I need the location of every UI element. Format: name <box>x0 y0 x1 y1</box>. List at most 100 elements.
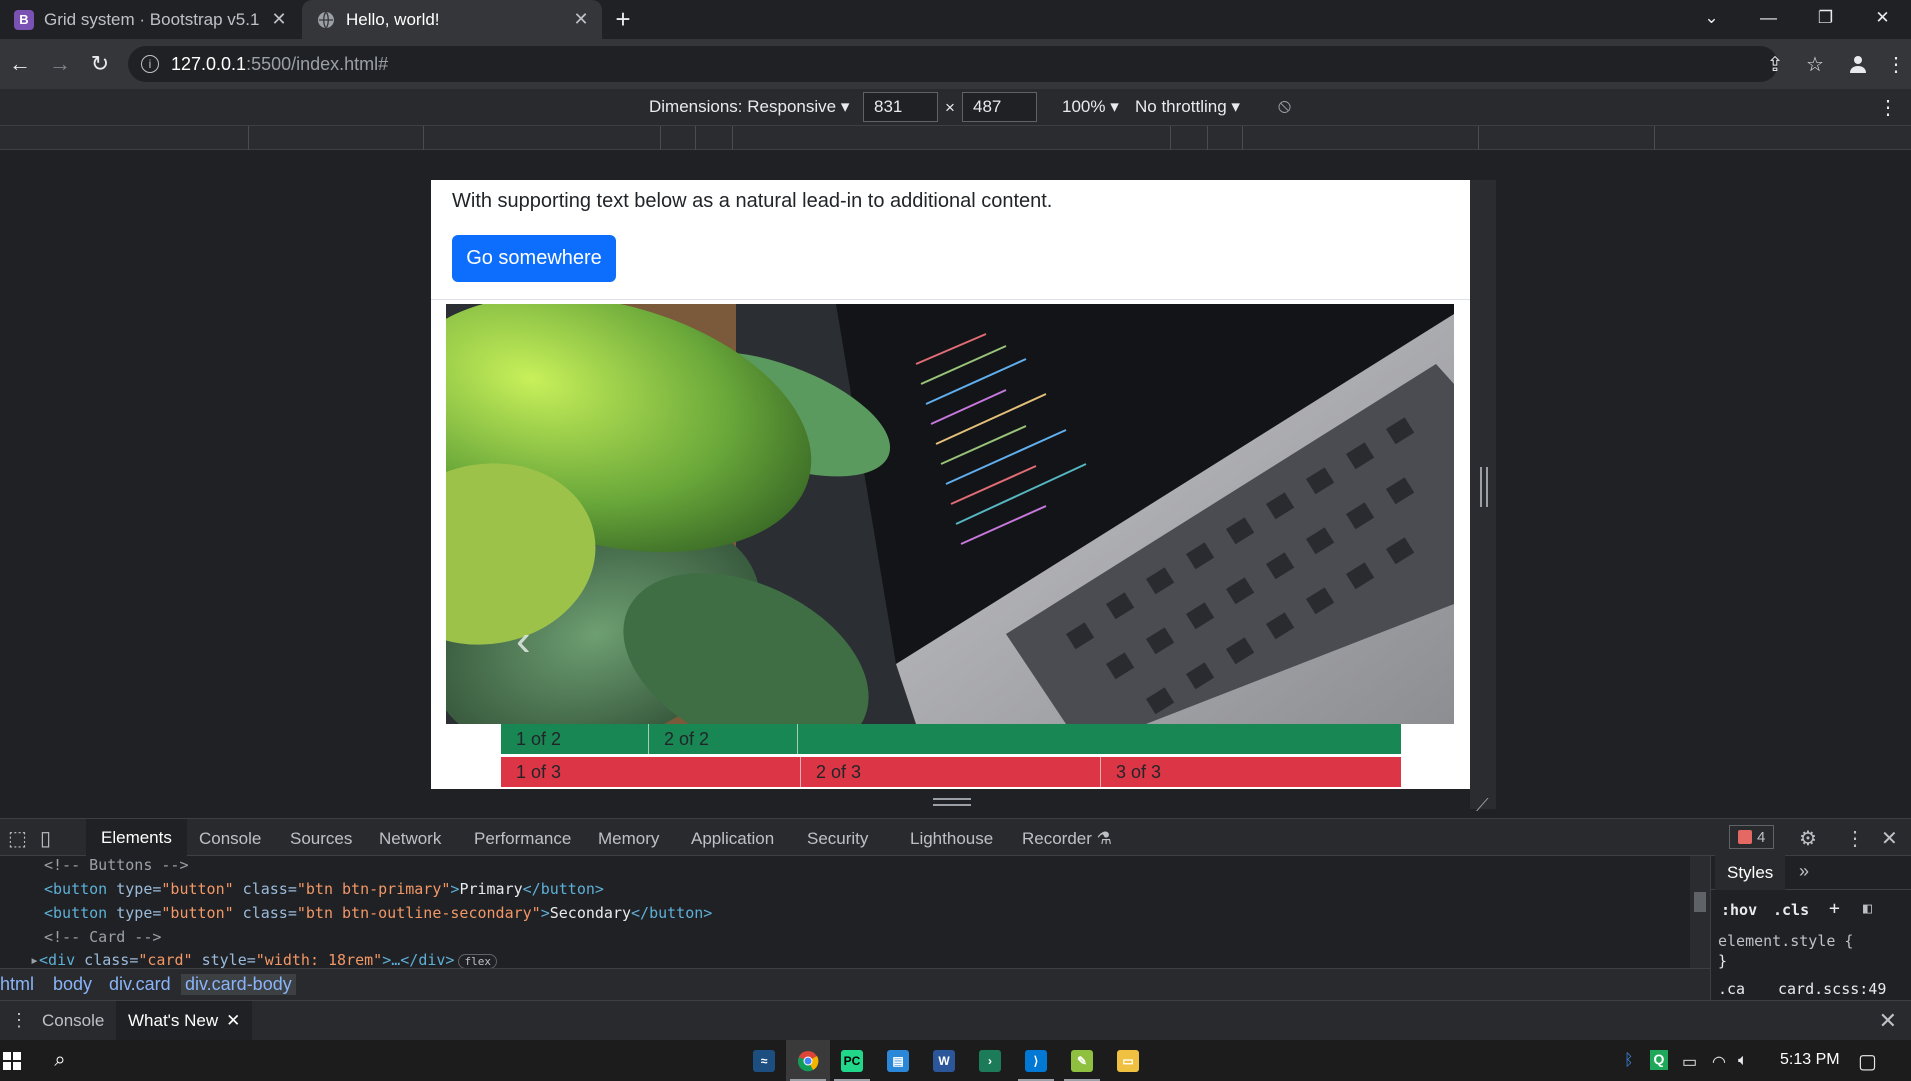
tab-memory[interactable]: Memory <box>598 829 659 849</box>
card-divider <box>431 299 1470 300</box>
browser-menu-icon[interactable]: ⋮ <box>1881 52 1911 77</box>
taskbar-clock[interactable]: 5:13 PM <box>1780 1051 1840 1069</box>
volume-icon[interactable]: 🔈︎ <box>1738 1052 1748 1070</box>
go-somewhere-button[interactable]: Go somewhere <box>452 235 616 282</box>
elements-dom-tree[interactable]: <!-- Buttons --> <button type="button" c… <box>0 856 1710 969</box>
close-devtools-icon[interactable]: ✕ <box>1881 826 1898 851</box>
more-tabs-icon[interactable]: » <box>1799 861 1809 882</box>
tab-search-icon[interactable]: ⌄ <box>1683 0 1740 36</box>
drawer-menu-icon[interactable]: ⋮ <box>10 1010 28 1031</box>
taskbar-app-vscode-icon[interactable]: ⟩ <box>1014 1040 1058 1081</box>
elements-scrollbar[interactable] <box>1690 856 1710 968</box>
device-toolbar-menu-icon[interactable]: ⋮ <box>1878 95 1898 120</box>
forward-icon[interactable]: → <box>40 44 80 84</box>
tab-hello-world[interactable]: Hello, world! ✕ <box>302 0 602 39</box>
taskbar-app-media-icon[interactable]: ▤ <box>876 1040 920 1081</box>
throttling-dropdown[interactable]: No throttling ▾ <box>1135 97 1240 117</box>
element-style-selector[interactable]: element.style { <box>1718 932 1853 950</box>
minimize-window-icon[interactable]: — <box>1740 0 1797 36</box>
new-style-rule-icon[interactable]: + <box>1829 898 1840 919</box>
close-tab-icon[interactable]: ✕ <box>268 9 290 31</box>
breadcrumb-html[interactable]: html <box>0 974 34 995</box>
settings-gear-icon[interactable]: ⚙ <box>1799 826 1817 851</box>
close-window-icon[interactable]: ✕ <box>1854 0 1911 36</box>
tab-application[interactable]: Application <box>691 829 774 849</box>
devtools-tab-bar: ⬚ ▯ Elements Console Sources Network Per… <box>0 818 1911 856</box>
taskbar-app-powershell-icon[interactable]: › <box>968 1040 1012 1081</box>
rule-selector[interactable]: .ca <box>1718 980 1745 998</box>
dom-node-button-secondary[interactable]: <button type="button" class="btn btn-out… <box>44 904 712 922</box>
viewport-corner-resize-handle[interactable]: ⟋ <box>1476 795 1489 816</box>
dom-node-button-primary[interactable]: <button type="button" class="btn btn-pri… <box>44 880 604 898</box>
search-icon[interactable]: ⌕ <box>40 1040 80 1081</box>
back-icon[interactable]: ← <box>0 44 40 84</box>
action-center-icon[interactable]: ▢ <box>1858 1049 1877 1074</box>
restore-window-icon[interactable]: ❐ <box>1797 0 1854 36</box>
tab-elements[interactable]: Elements <box>86 819 187 856</box>
close-tab-icon[interactable]: ✕ <box>570 9 592 31</box>
tab-lighthouse[interactable]: Lighthouse <box>910 829 993 849</box>
close-drawer-icon[interactable]: ✕ <box>1879 1008 1897 1034</box>
viewport-width-input[interactable] <box>863 92 938 122</box>
breadcrumb-body[interactable]: body <box>53 974 92 995</box>
tab-styles[interactable]: Styles <box>1715 854 1786 890</box>
drawer-tab-console[interactable]: Console <box>42 1011 104 1031</box>
url-host: 127.0.0.1 <box>171 53 247 74</box>
dom-node-comment[interactable]: <!-- Buttons --> <box>44 856 189 874</box>
rule-source-link[interactable]: card.scss:49 <box>1778 980 1886 998</box>
viewport-height-resize-handle[interactable] <box>933 798 971 806</box>
error-count-badge[interactable]: 4 <box>1729 825 1775 849</box>
bootstrap-favicon-icon: B <box>14 9 34 30</box>
toggle-device-toolbar-icon[interactable]: ▯ <box>40 826 51 851</box>
image-carousel[interactable]: ‹ <box>446 304 1454 724</box>
zoom-dropdown[interactable]: 100% ▾ <box>1062 97 1119 117</box>
tab-bootstrap-grid[interactable]: B Grid system · Bootstrap v5.1 ✕ <box>0 0 300 39</box>
site-info-icon[interactable]: i <box>141 55 159 73</box>
bluetooth-icon[interactable]: ᛒ <box>1624 1052 1634 1070</box>
taskbar-app-pycharm-icon[interactable]: PC <box>830 1040 874 1081</box>
grid-row-two-columns: 1 of 2 2 of 2 <box>501 724 1401 754</box>
share-icon[interactable]: ⇪ <box>1755 52 1795 77</box>
tab-sources[interactable]: Sources <box>290 829 352 849</box>
grid-row-three-columns: 1 of 3 2 of 3 3 of 3 <box>501 757 1401 787</box>
taskbar-app-notepadpp-icon[interactable]: ✎ <box>1060 1040 1104 1081</box>
breadcrumb-div-card-body[interactable]: div.card-body <box>181 974 296 995</box>
viewport-height-input[interactable] <box>962 92 1037 122</box>
toggle-sidebar-icon[interactable]: ◧ <box>1863 899 1872 917</box>
dimension-separator: × <box>945 98 955 117</box>
address-bar[interactable]: i 127.0.0.1:5500/index.html# <box>128 46 1778 82</box>
tab-network[interactable]: Network <box>379 829 441 849</box>
dom-node-comment[interactable]: <!-- Card --> <box>44 928 161 946</box>
tab-recorder[interactable]: Recorder ⚗ <box>1022 829 1112 849</box>
bookmark-star-icon[interactable]: ☆ <box>1795 52 1835 77</box>
breadcrumb-div-card[interactable]: div.card <box>109 974 171 995</box>
browser-toolbar: ← → ↻ i 127.0.0.1:5500/index.html# <box>0 39 1911 89</box>
taskbar-app-edge-icon[interactable]: ≈ <box>742 1040 786 1081</box>
dom-node-div-card[interactable]: ▸<div class="card" style="width: 18rem">… <box>30 951 497 969</box>
viewport-width-resize-handle[interactable] <box>1480 467 1488 507</box>
dimensions-dropdown[interactable]: Dimensions: Responsive ▾ <box>649 97 849 117</box>
hover-state-toggle[interactable]: :hov <box>1721 901 1757 919</box>
wifi-icon[interactable]: ◠ <box>1712 1052 1726 1072</box>
taskbar-app-chrome-icon[interactable] <box>786 1040 830 1081</box>
tray-app-q-icon[interactable]: Q <box>1650 1050 1668 1070</box>
dom-breadcrumbs: html body div.card div.card-body <box>0 968 1710 1000</box>
battery-icon[interactable]: ▭ <box>1682 1052 1697 1072</box>
devtools-menu-icon[interactable]: ⋮ <box>1845 826 1865 851</box>
flex-badge[interactable]: flex <box>458 954 497 969</box>
profile-avatar-icon[interactable] <box>1835 54 1881 74</box>
drawer-tab-whats-new[interactable]: What's New ✕ <box>116 1001 253 1041</box>
reload-icon[interactable]: ↻ <box>80 44 120 84</box>
close-drawer-tab-icon: ✕ <box>226 1011 241 1030</box>
inspect-element-icon[interactable]: ⬚ <box>8 826 27 851</box>
new-tab-button[interactable]: + <box>608 4 638 34</box>
tab-performance[interactable]: Performance <box>474 829 571 849</box>
tab-security[interactable]: Security <box>807 829 868 849</box>
taskbar-app-word-icon[interactable]: W <box>922 1040 966 1081</box>
windows-start-icon[interactable] <box>0 1040 24 1081</box>
class-toggle[interactable]: .cls <box>1773 901 1809 919</box>
carousel-prev-icon[interactable]: ‹ <box>516 616 531 666</box>
taskbar-app-file-explorer-icon[interactable]: ▭ <box>1106 1040 1150 1081</box>
rotate-icon[interactable]: ⦸ <box>1278 95 1291 118</box>
tab-console[interactable]: Console <box>199 829 261 849</box>
